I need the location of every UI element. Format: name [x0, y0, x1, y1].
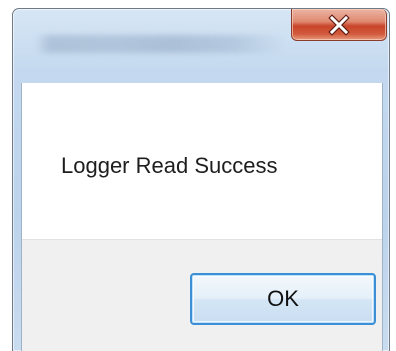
message-area: Logger Read Success	[22, 83, 382, 239]
message-text: Logger Read Success	[61, 153, 278, 178]
message-dialog-window: Logger Read Success OK	[12, 8, 390, 351]
button-strip: OK	[22, 239, 382, 351]
ok-button[interactable]: OK	[190, 273, 376, 325]
dialog-content: Logger Read Success OK	[21, 83, 383, 351]
window-title	[35, 35, 285, 53]
title-bar[interactable]	[13, 9, 389, 71]
screenshot: Logger Read Success OK	[0, 0, 396, 351]
close-icon	[328, 13, 350, 36]
close-button[interactable]	[291, 9, 387, 41]
